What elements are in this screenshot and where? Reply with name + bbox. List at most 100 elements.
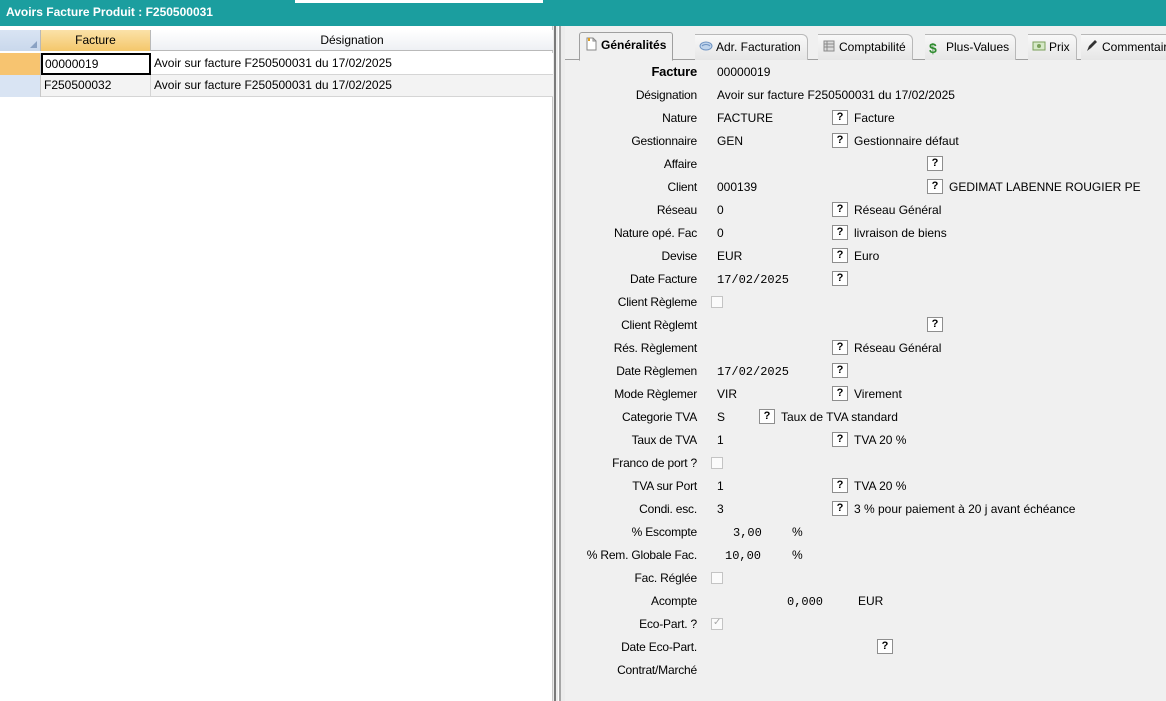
value-date-reglemen[interactable]: 17/02/2025 bbox=[717, 365, 789, 379]
value-nature-ope[interactable]: 0 bbox=[717, 226, 724, 240]
tab-comptabilite[interactable]: Comptabilité bbox=[818, 34, 913, 60]
lookup-categorie-tva-button[interactable]: ? bbox=[759, 409, 775, 424]
label-mode-reglemer: Mode Règlemer bbox=[614, 387, 697, 401]
lookup-gestionnaire-button[interactable]: ? bbox=[832, 133, 848, 148]
tab-generalites[interactable]: Généralités bbox=[579, 32, 674, 61]
tab-label: Prix bbox=[1049, 40, 1070, 54]
address-icon bbox=[699, 41, 713, 51]
label-taux-tva: Taux de TVA bbox=[631, 433, 698, 447]
cell-designation[interactable]: Avoir sur facture F250500031 du 17/02/20… bbox=[151, 75, 553, 97]
table-row[interactable]: F250500032 Avoir sur facture F250500031 … bbox=[0, 75, 553, 97]
label-tva-port: TVA sur Port bbox=[632, 479, 697, 493]
cell-facture[interactable]: F250500032 bbox=[41, 75, 151, 97]
value-mode-reglemer[interactable]: VIR bbox=[717, 387, 737, 401]
window-titlebar: Avoirs Facture Produit : F250500031 bbox=[0, 0, 1166, 26]
corner-triangle-icon bbox=[30, 41, 37, 48]
tab-label: Commentaire bbox=[1102, 40, 1166, 54]
dollar-icon: $ bbox=[929, 40, 937, 56]
value-pct-rem-globale[interactable]: 10,00 bbox=[725, 549, 761, 563]
label-client-reglemt: Client Règlemt bbox=[621, 318, 697, 332]
value-gestionnaire[interactable]: GEN bbox=[717, 134, 743, 148]
lookup-res-reglement-button[interactable]: ? bbox=[832, 340, 848, 355]
value-categorie-tva[interactable]: S bbox=[717, 410, 725, 424]
value-devise[interactable]: EUR bbox=[717, 249, 742, 263]
lookup-taux-tva-text: TVA 20 % bbox=[854, 433, 907, 447]
cell-designation[interactable]: Avoir sur facture F250500031 du 17/02/20… bbox=[151, 53, 553, 75]
client-regleme-checkbox[interactable] bbox=[711, 296, 723, 308]
column-header-designation[interactable]: Désignation bbox=[151, 30, 553, 51]
date-eco-part-picker-button[interactable]: ? bbox=[877, 639, 893, 654]
tab-bar: Généralités Adr. Facturation Comptabilit… bbox=[565, 30, 1166, 61]
label-gestionnaire: Gestionnaire bbox=[631, 134, 697, 148]
lookup-devise-button[interactable]: ? bbox=[832, 248, 848, 263]
lookup-condi-esc-button[interactable]: ? bbox=[832, 501, 848, 516]
value-taux-tva[interactable]: 1 bbox=[717, 433, 724, 447]
lookup-client-reglemt-button[interactable]: ? bbox=[927, 317, 943, 332]
titlebar-divider bbox=[295, 0, 543, 3]
tab-plus-values[interactable]: $ Plus-Values bbox=[925, 34, 1017, 60]
value-pct-escompte[interactable]: 3,00 bbox=[733, 526, 762, 540]
table-row[interactable]: 00000019 Avoir sur facture F250500031 du… bbox=[0, 53, 553, 75]
value-date-facture[interactable]: 17/02/2025 bbox=[717, 273, 789, 287]
value-facture[interactable]: 00000019 bbox=[717, 65, 770, 79]
cell-facture[interactable]: 00000019 bbox=[41, 53, 151, 75]
value-tva-port[interactable]: 1 bbox=[717, 479, 724, 493]
lookup-devise-text: Euro bbox=[854, 249, 880, 263]
label-affaire: Affaire bbox=[663, 157, 697, 171]
label-devise: Devise bbox=[661, 249, 698, 263]
label-nature: Nature bbox=[662, 111, 697, 125]
accounting-icon bbox=[823, 40, 835, 52]
window-title: Avoirs Facture Produit : F250500031 bbox=[6, 5, 213, 19]
lookup-tva-port-button[interactable]: ? bbox=[832, 478, 848, 493]
lookup-client-button[interactable]: ? bbox=[927, 179, 943, 194]
value-designation[interactable]: Avoir sur facture F250500031 du 17/02/20… bbox=[717, 88, 955, 102]
tab-label: Comptabilité bbox=[839, 40, 906, 54]
panel-splitter[interactable] bbox=[553, 26, 565, 701]
lookup-mode-reglemer-text: Virement bbox=[854, 387, 902, 401]
unit-pct-rem-globale: % bbox=[792, 548, 803, 562]
lookup-nature-ope-button[interactable]: ? bbox=[832, 225, 848, 240]
lookup-gestionnaire-text: Gestionnaire défaut bbox=[854, 134, 959, 148]
lookup-nature-text: Facture bbox=[854, 111, 895, 125]
tab-prix[interactable]: Prix bbox=[1028, 34, 1077, 60]
detail-panel: Généralités Adr. Facturation Comptabilit… bbox=[565, 26, 1166, 701]
date-reglemen-picker-button[interactable]: ? bbox=[832, 363, 848, 378]
value-condi-esc[interactable]: 3 bbox=[717, 502, 724, 516]
lookup-reseau-button[interactable]: ? bbox=[832, 202, 848, 217]
tab-label: Généralités bbox=[601, 38, 667, 52]
lookup-nature-button[interactable]: ? bbox=[832, 110, 848, 125]
date-facture-picker-button[interactable]: ? bbox=[832, 271, 848, 286]
fac-reglee-checkbox[interactable] bbox=[711, 572, 723, 584]
franco-port-checkbox[interactable] bbox=[711, 457, 723, 469]
lookup-affaire-button[interactable]: ? bbox=[927, 156, 943, 171]
label-facture: Facture bbox=[651, 64, 697, 79]
column-header-facture[interactable]: Facture bbox=[41, 30, 151, 51]
value-acompte[interactable]: 0,000 bbox=[787, 595, 823, 609]
lookup-mode-reglemer-button[interactable]: ? bbox=[832, 386, 848, 401]
value-reseau[interactable]: 0 bbox=[717, 203, 724, 217]
label-date-reglemen: Date Règlemen bbox=[616, 364, 697, 378]
splitter-line bbox=[554, 26, 556, 701]
price-icon bbox=[1032, 41, 1046, 51]
value-nature[interactable]: FACTURE bbox=[717, 111, 773, 125]
eco-part-checkbox[interactable]: ✓ bbox=[711, 617, 723, 630]
lookup-res-reglement-text: Réseau Général bbox=[854, 341, 942, 355]
tab-commentaire[interactable]: Commentaire bbox=[1081, 34, 1166, 60]
unit-pct-escompte: % bbox=[792, 525, 803, 539]
tab-label: Plus-Values bbox=[946, 40, 1010, 54]
lookup-taux-tva-button[interactable]: ? bbox=[832, 432, 848, 447]
label-condi-esc: Condi. esc. bbox=[639, 502, 697, 516]
lookup-tva-port-text: TVA 20 % bbox=[854, 479, 907, 493]
label-acompte: Acompte bbox=[651, 594, 697, 608]
label-pct-rem-globale: % Rem. Globale Fac. bbox=[586, 548, 697, 562]
label-nature-ope: Nature opé. Fac bbox=[613, 226, 697, 240]
label-date-eco-part: Date Eco-Part. bbox=[621, 640, 697, 654]
label-franco-port: Franco de port ? bbox=[612, 456, 697, 470]
lookup-reseau-text: Réseau Général bbox=[854, 203, 942, 217]
row-selector[interactable] bbox=[0, 53, 41, 75]
row-selector[interactable] bbox=[0, 75, 41, 97]
unit-acompte: EUR bbox=[858, 594, 884, 608]
tab-adr-facturation[interactable]: Adr. Facturation bbox=[695, 34, 808, 60]
value-client[interactable]: 000139 bbox=[717, 180, 757, 194]
grid-select-all-corner[interactable] bbox=[0, 30, 41, 51]
